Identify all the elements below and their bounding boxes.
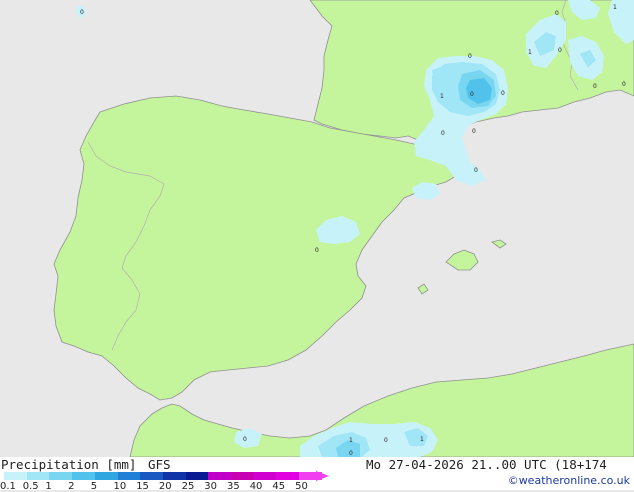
legend-swatch bbox=[253, 472, 277, 480]
legend-label: 25 bbox=[181, 481, 195, 492]
value-label: 1 bbox=[528, 49, 532, 56]
value-label: 0 bbox=[315, 247, 319, 254]
legend-label: 20 bbox=[158, 481, 172, 492]
legend-swatch bbox=[231, 472, 255, 480]
legend-swatch bbox=[26, 472, 50, 480]
value-label: 0 bbox=[622, 81, 626, 88]
value-label: 1 bbox=[613, 4, 617, 11]
model-label: GFS bbox=[148, 457, 171, 472]
legend-label: 2 bbox=[68, 481, 75, 492]
legend-label: 50 bbox=[295, 481, 308, 492]
value-label: 1 bbox=[349, 437, 353, 444]
legend-label: 35 bbox=[227, 481, 240, 492]
value-label: 0 bbox=[472, 128, 476, 135]
value-label: 0 bbox=[474, 167, 478, 174]
value-label: 0 bbox=[555, 10, 559, 17]
value-label: 0 bbox=[384, 437, 388, 444]
legend-swatch bbox=[49, 472, 73, 480]
legend-label: 10 bbox=[113, 481, 127, 492]
legend-label: 30 bbox=[204, 481, 218, 492]
legend-swatch bbox=[117, 472, 141, 480]
value-label: 0 bbox=[558, 47, 562, 54]
value-label: 0 bbox=[349, 450, 353, 457]
legend-label: 45 bbox=[272, 481, 286, 492]
legend-label: 0.1 bbox=[0, 481, 16, 492]
legend-label: 5 bbox=[90, 481, 98, 492]
value-label: 0 bbox=[593, 83, 597, 90]
legend-swatch bbox=[94, 472, 118, 480]
legend-label: 40 bbox=[249, 481, 263, 492]
value-label: 1 bbox=[440, 93, 444, 100]
value-label: 0 bbox=[441, 130, 445, 137]
scale-arrow bbox=[316, 471, 329, 481]
legend-swatch bbox=[4, 472, 28, 480]
precipitation-map: 0 0 0 1 1 1 0 0 0 0 0 0 0 0 0 1 0 1 0 0 bbox=[0, 0, 634, 490]
legend-label: 15 bbox=[136, 481, 149, 492]
legend-swatch bbox=[276, 472, 300, 480]
credit-link[interactable]: ©weatheronline.co.uk bbox=[508, 474, 630, 487]
value-label: 1 bbox=[420, 436, 424, 443]
legend-swatch bbox=[208, 472, 232, 480]
precipitation-label: Precipitation [mm] bbox=[1, 457, 137, 472]
value-label: 0 bbox=[80, 9, 84, 16]
legend-swatch bbox=[185, 472, 209, 480]
legend-title: Precipitation [mm] GFS bbox=[1, 457, 171, 472]
value-label: 0 bbox=[501, 90, 505, 97]
value-label: 0 bbox=[243, 436, 247, 443]
legend-label: 0.5 bbox=[22, 481, 39, 492]
value-label: 0 bbox=[470, 91, 474, 98]
legend-swatch bbox=[72, 472, 96, 480]
legend-footer: Precipitation [mm] GFS Mo 27-04-2026 21.… bbox=[0, 457, 634, 492]
legend-swatch bbox=[162, 472, 187, 480]
value-label: 0 bbox=[468, 53, 472, 60]
legend-label: 1 bbox=[45, 481, 52, 492]
legend-swatch bbox=[140, 472, 164, 480]
valid-datetime: Mo 27-04-2026 21..00 UTC (18+174 bbox=[366, 457, 607, 472]
